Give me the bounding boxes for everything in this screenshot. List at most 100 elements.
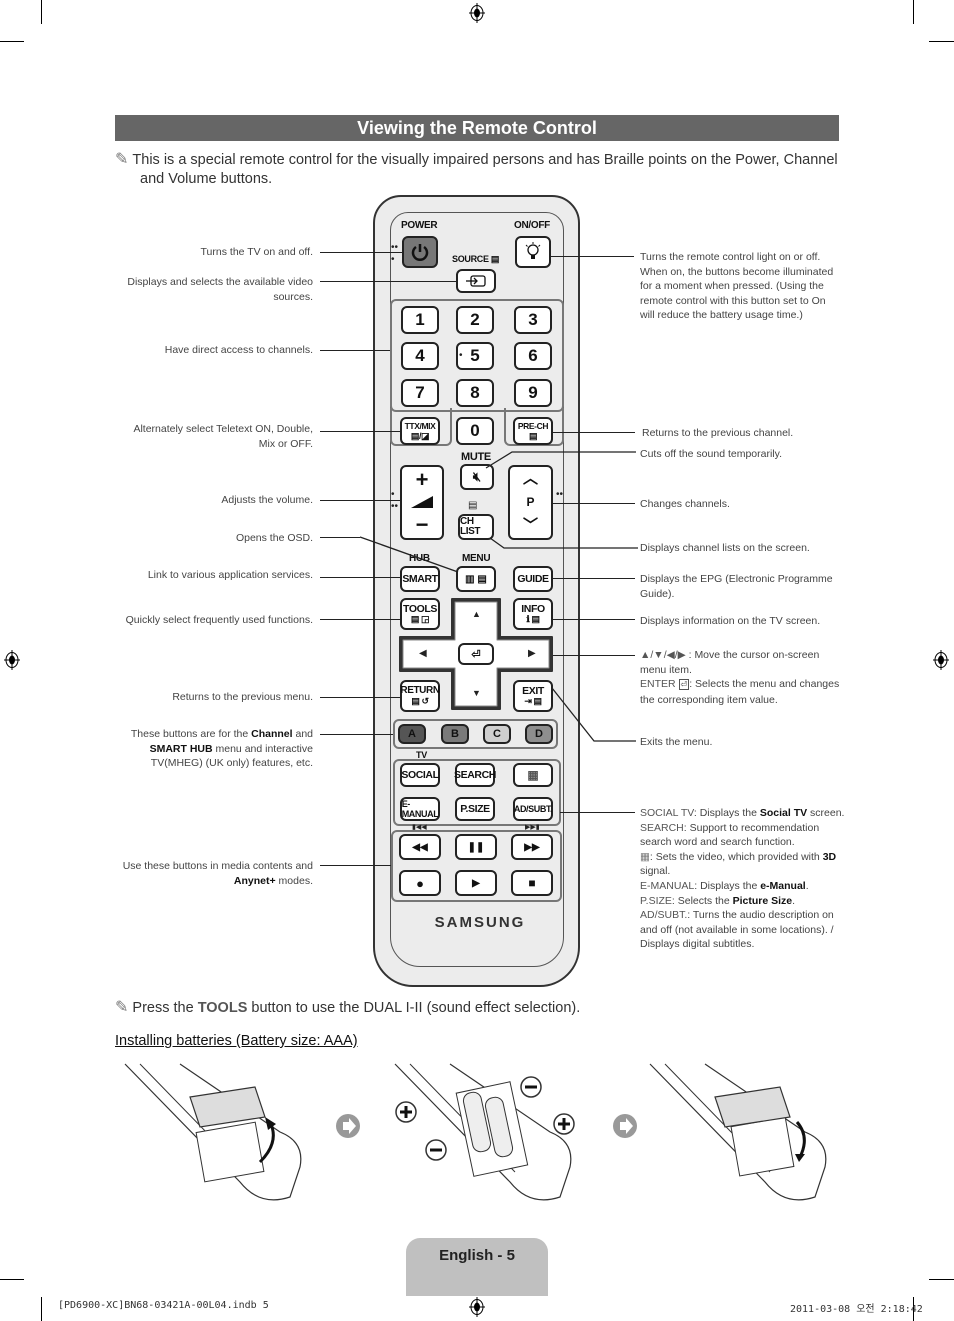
ad-subt-button[interactable]: AD/SUBT. — [513, 797, 553, 821]
up-arrow-button[interactable]: ▲ — [472, 609, 481, 619]
3d-button[interactable]: ▦ — [513, 763, 553, 787]
right-arrow-button[interactable]: ▶ — [528, 648, 536, 659]
rewind-button[interactable]: ◀◀ — [399, 834, 441, 860]
callout-navigation: ▲/▼/◀/▶ : Move the cursor on-screen menu… — [640, 649, 840, 706]
callout-numbers: Have direct access to channels. — [164, 344, 313, 356]
crop-mark — [41, 0, 42, 24]
return-button[interactable]: RETURN ▤ ↺ — [400, 680, 440, 712]
mute-speaker-icon: 🔇︎ — [472, 469, 482, 484]
registration-mark-icon — [469, 1297, 485, 1317]
callout-ch-list: Displays channel lists on the screen. — [640, 542, 810, 554]
leader-line — [553, 619, 635, 621]
light-onoff-button[interactable] — [515, 236, 551, 268]
source-button[interactable] — [456, 269, 496, 293]
fast-forward-icon: ▶▶ — [524, 841, 540, 853]
note-pencil-icon: ✎ — [115, 151, 129, 168]
color-button-c[interactable]: C — [483, 724, 511, 744]
leader-line — [489, 537, 638, 549]
leader-line — [320, 281, 456, 283]
callout-media: Use these buttons in media contents and … — [122, 860, 313, 887]
number-6-button[interactable]: 6 — [514, 342, 552, 370]
leader-line — [359, 536, 459, 573]
channel-down-icon: ﹀ — [522, 517, 538, 535]
leader-line — [320, 577, 400, 579]
down-arrow-button[interactable]: ▼ — [472, 688, 481, 698]
footer-timestamp: 2011-03-08 오전 2:18:42 — [790, 1304, 923, 1315]
record-button[interactable]: ● — [399, 870, 441, 896]
callout-smart-hub: Link to various application services. — [147, 569, 313, 581]
exit-icon: ⇥ ▤ — [524, 696, 542, 706]
leader-line — [551, 687, 636, 742]
page-title: Viewing the Remote Control — [115, 115, 839, 141]
enter-icon: ⏎ — [471, 648, 481, 661]
leader-line — [485, 451, 636, 469]
power-button[interactable] — [402, 236, 438, 268]
leader-line — [553, 432, 635, 434]
callout-power: Turns the TV on and off. — [200, 246, 313, 258]
number-1-button[interactable]: 1 — [401, 306, 439, 334]
braille-dots: ••• — [391, 242, 399, 265]
tools-note: ✎ Press the TOOLS button to use the DUAL … — [115, 999, 581, 1016]
callout-channel: Changes channels. — [640, 498, 730, 510]
p-size-button[interactable]: P.SIZE — [455, 797, 495, 821]
volume-rocker[interactable]: + − — [400, 465, 444, 540]
ttx-mix-button[interactable]: TTX/MIX ▤/◪ — [400, 417, 440, 445]
record-icon: ● — [416, 875, 424, 891]
social-tv-button[interactable]: SOCIAL — [400, 763, 440, 787]
callout-volume: Adjusts the volume. — [221, 494, 313, 506]
menu-label: MENU — [462, 553, 491, 564]
crop-mark — [41, 1297, 42, 1321]
number-8-button[interactable]: 8 — [456, 379, 494, 407]
channel-p-label: P — [526, 495, 535, 510]
callout-function-buttons: SOCIAL TV: Displays the Social TV screen… — [640, 807, 845, 951]
menu-button[interactable]: ▥ ▤ — [456, 566, 496, 592]
next-step-arrow-icon — [336, 1114, 360, 1138]
number-3-button[interactable]: 3 — [514, 306, 552, 334]
crop-mark — [0, 41, 24, 42]
callout-mute: Cuts off the sound temporarily. — [640, 448, 783, 460]
power-icon — [411, 244, 429, 261]
callout-color-buttons: These buttons are for the Channel and SM… — [130, 728, 313, 770]
callout-exit: Exits the menu. — [640, 736, 713, 748]
leader-line — [553, 655, 635, 657]
battery-step-2-illustration — [394, 1063, 575, 1201]
teletext-icon: ▤/◪ — [410, 431, 430, 441]
play-button[interactable]: ▶ — [455, 870, 497, 896]
channel-rocker[interactable]: ︿ P ﹀ — [508, 465, 553, 540]
leader-line — [320, 734, 393, 736]
number-2-button[interactable]: 2 — [456, 306, 494, 334]
footer-file-info: [PD6900-XC]BN68-03421A-00L04.indb 5 — [58, 1300, 269, 1311]
intro-note: ✎ This is a special remote control for th… — [115, 151, 838, 187]
power-label: POWER — [401, 220, 438, 231]
stop-icon: ■ — [528, 876, 536, 890]
pause-button[interactable]: ❚❚ — [455, 834, 497, 860]
stop-button[interactable]: ■ — [511, 870, 553, 896]
color-button-a[interactable]: A — [398, 724, 426, 744]
enter-icon: ⏎ — [678, 679, 690, 691]
braille-dot: • — [459, 350, 463, 361]
exit-button[interactable]: EXIT ⇥ ▤ — [513, 680, 553, 712]
guide-button[interactable]: GUIDE — [513, 566, 553, 592]
color-button-b[interactable]: B — [441, 724, 469, 744]
rewind-icon: ◀◀ — [412, 841, 428, 853]
registration-mark-icon — [933, 650, 949, 670]
callout-return: Returns to the previous menu. — [172, 691, 313, 703]
samsung-logo: SAMSUNG — [434, 914, 526, 931]
left-arrow-button[interactable]: ◀ — [419, 648, 427, 659]
fast-forward-button[interactable]: ▶▶ — [511, 834, 553, 860]
callout-guide: Displays the EPG (Electronic Programme G… — [640, 573, 833, 600]
color-button-d[interactable]: D — [525, 724, 553, 744]
search-button[interactable]: SEARCH — [454, 763, 496, 787]
enter-button[interactable]: ⏎ — [458, 643, 494, 665]
return-icon: ▤ ↺ — [411, 696, 429, 706]
number-7-button[interactable]: 7 — [401, 379, 439, 407]
number-9-button[interactable]: 9 — [514, 379, 552, 407]
channel-up-icon: ︿ — [522, 469, 538, 487]
battery-section-heading: Installing batteries (Battery size: AAA) — [115, 1033, 358, 1049]
3d-icon: ▦ — [640, 850, 650, 863]
e-manual-button[interactable]: E-MANUAL — [400, 797, 440, 821]
callout-pre-ch: Returns to the previous channel. — [642, 427, 794, 439]
leader-line — [320, 865, 391, 867]
ch-list-button[interactable]: CH LIST — [458, 514, 494, 540]
number-4-button[interactable]: 4 — [401, 342, 439, 370]
